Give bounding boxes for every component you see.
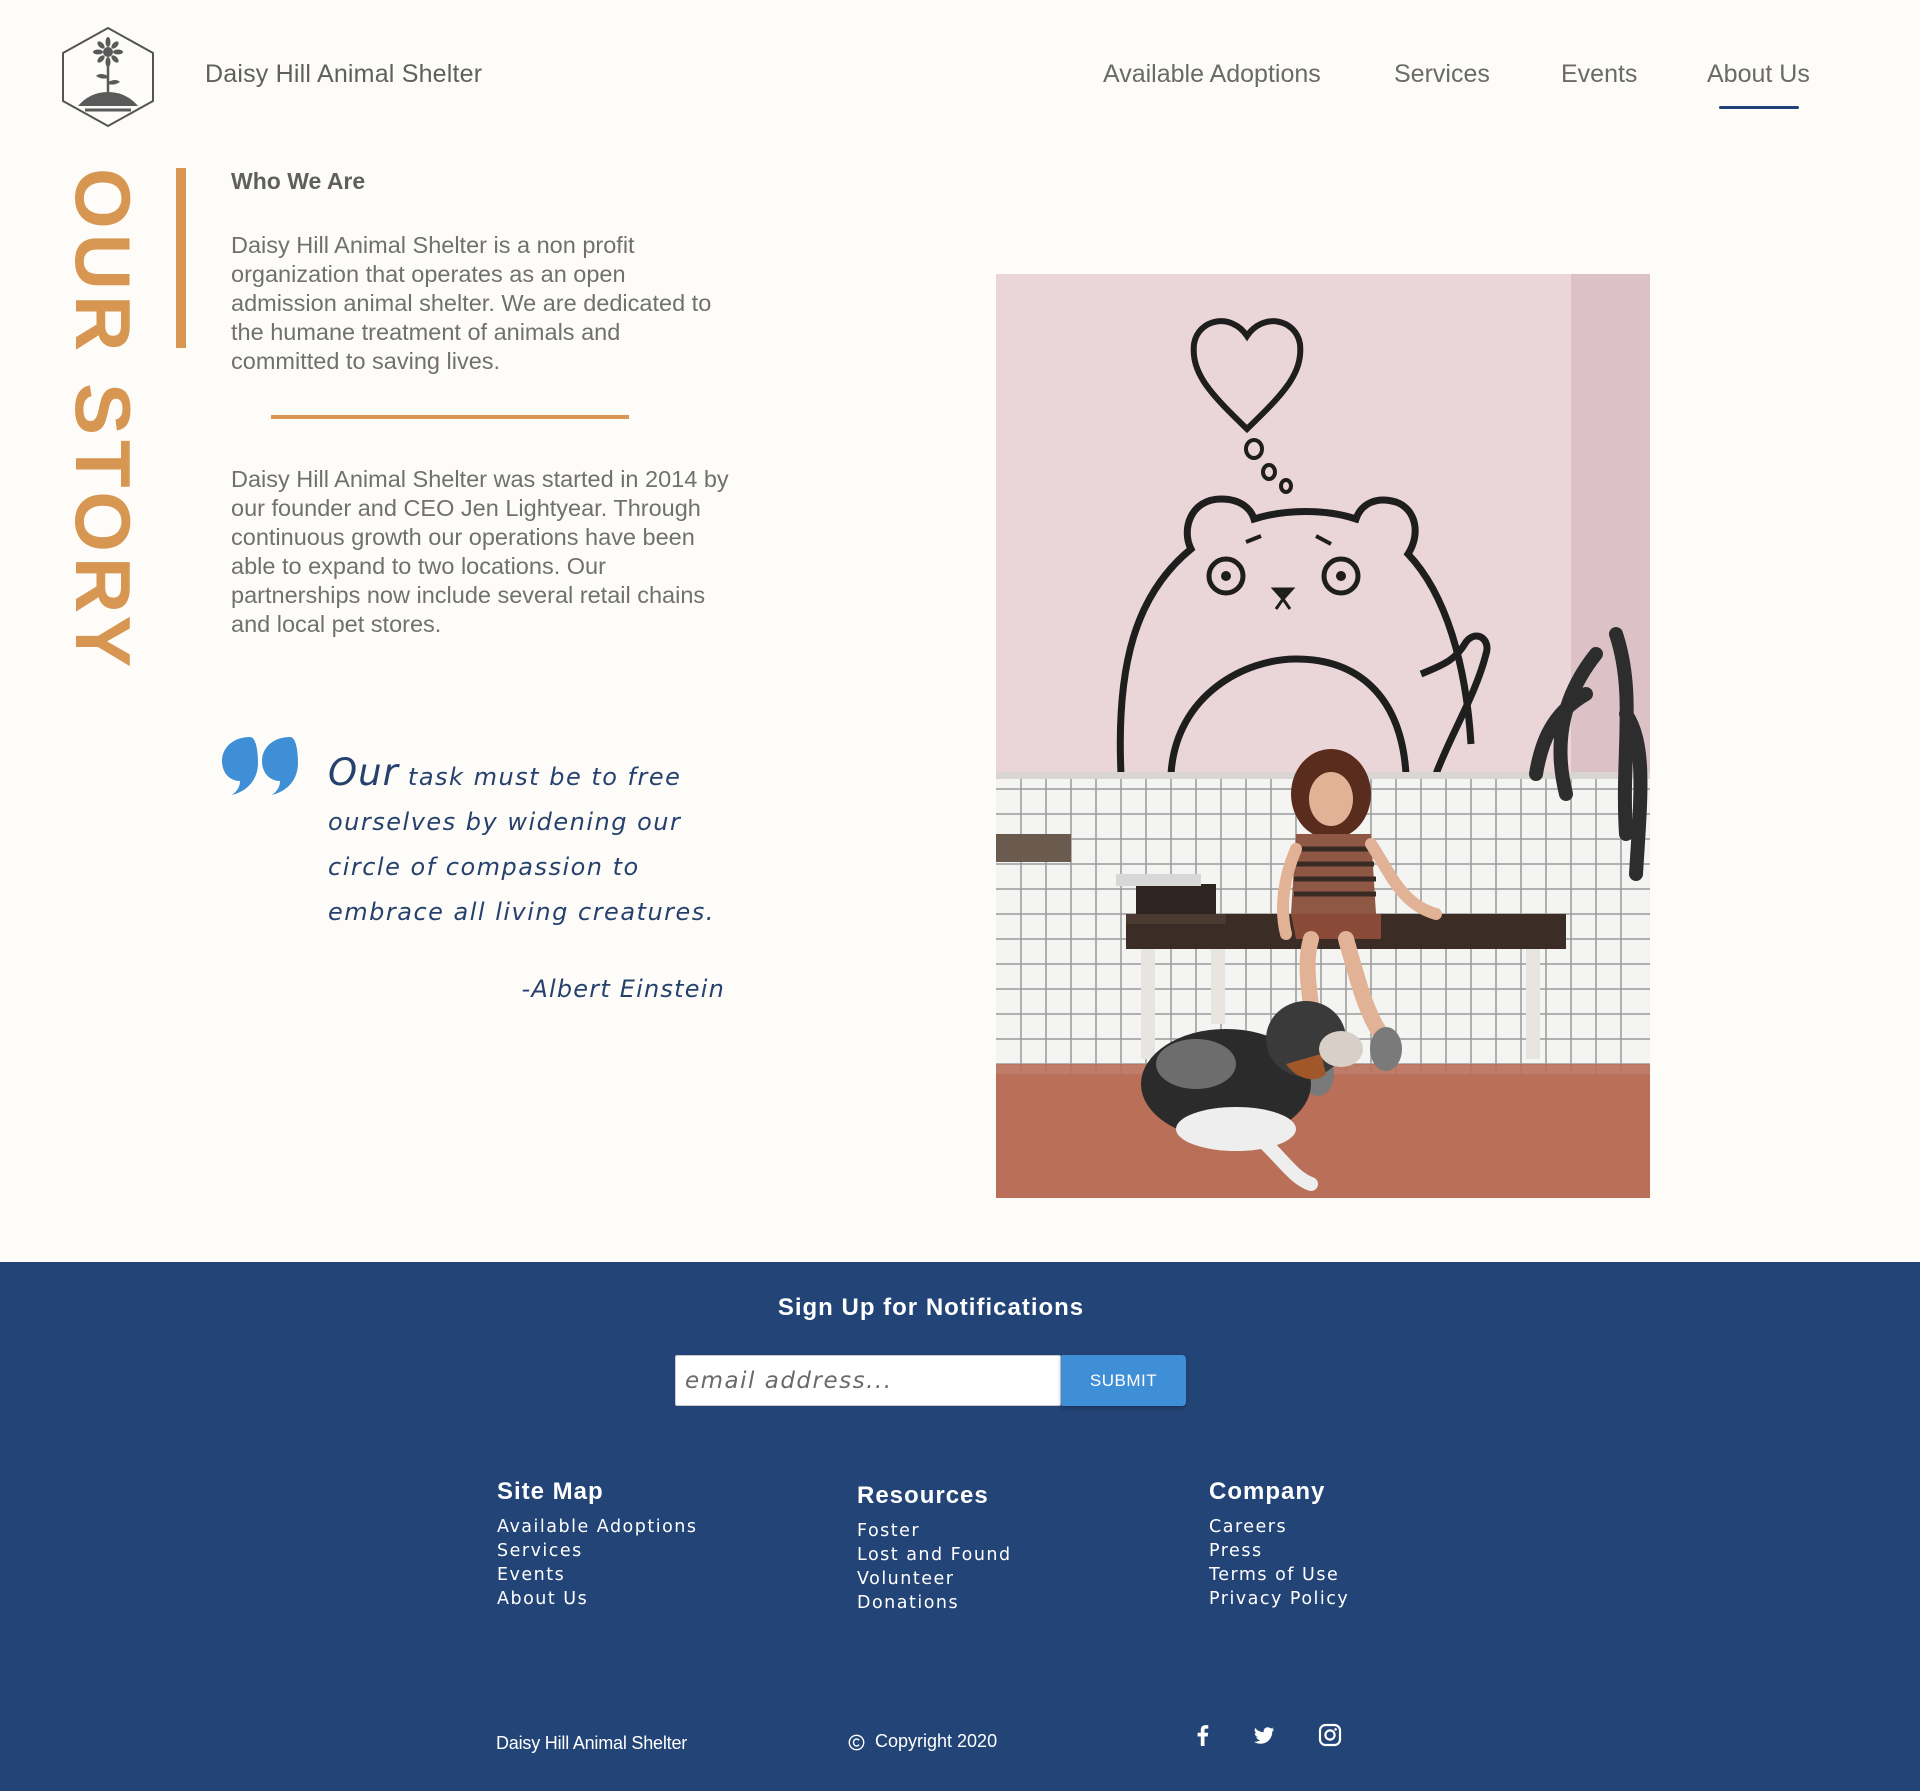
footer-link-available-adoptions[interactable]: Available Adoptions	[497, 1515, 698, 1539]
copyright-text: Copyright 2020	[875, 1731, 998, 1751]
signup-title: Sign Up for Notifications	[777, 1294, 1085, 1321]
facebook-icon[interactable]	[1190, 1722, 1216, 1748]
quote-mark-icon	[222, 737, 298, 795]
footer-link-donations[interactable]: Donations	[857, 1591, 1012, 1615]
footer-link-careers[interactable]: Careers	[1209, 1515, 1349, 1539]
footer-link-about-us[interactable]: About Us	[497, 1587, 698, 1611]
footer-column-title: Company	[1209, 1478, 1326, 1505]
site-footer: Sign Up for Notifications SUBMIT Site Ma…	[0, 1262, 1920, 1791]
footer-link-volunteer[interactable]: Volunteer	[857, 1567, 1012, 1591]
nav-about-us[interactable]: About Us	[1707, 60, 1810, 89]
instagram-icon[interactable]	[1317, 1722, 1343, 1748]
footer-link-lost-and-found[interactable]: Lost and Found	[857, 1543, 1012, 1567]
twitter-icon[interactable]	[1251, 1722, 1277, 1748]
footer-link-terms-of-use[interactable]: Terms of Use	[1209, 1563, 1349, 1587]
footer-column-company: Company Careers Press Terms of Use Priva…	[1209, 1478, 1349, 1611]
footer-column-resources: Resources Foster Lost and Found Voluntee…	[857, 1482, 1012, 1615]
email-input[interactable]	[675, 1355, 1061, 1406]
active-nav-indicator	[1719, 106, 1799, 109]
nav-available-adoptions[interactable]: Available Adoptions	[1103, 60, 1321, 89]
footer-link-events[interactable]: Events	[497, 1563, 698, 1587]
quote-author: -Albert Einstein	[521, 975, 725, 1003]
footer-column-site-map: Site Map Available Adoptions Services Ev…	[497, 1478, 698, 1611]
footer-link-privacy-policy[interactable]: Privacy Policy	[1209, 1587, 1349, 1611]
main-nav: Available Adoptions Services Events Abou…	[0, 60, 1920, 120]
copyright-notice: Copyright 2020	[848, 1731, 997, 1752]
footer-column-title: Site Map	[497, 1478, 604, 1505]
section-divider	[271, 415, 629, 419]
nav-events[interactable]: Events	[1561, 60, 1637, 89]
accent-bar	[176, 168, 186, 348]
nav-services[interactable]: Services	[1394, 60, 1490, 89]
section-title: Who We Are	[231, 168, 366, 194]
our-story-text: OUR STORY	[59, 168, 147, 673]
einstein-quote: Our task must be to free ourselves by wi…	[328, 750, 748, 935]
submit-button[interactable]: SUBMIT	[1061, 1355, 1186, 1406]
copyright-icon	[848, 1734, 865, 1751]
shelter-photo	[996, 274, 1650, 1198]
history-paragraph: Daisy Hill Animal Shelter was started in…	[231, 466, 729, 637]
footer-link-services[interactable]: Services	[497, 1539, 698, 1563]
footer-column-title: Resources	[857, 1482, 989, 1509]
footer-link-foster[interactable]: Foster	[857, 1519, 1012, 1543]
footer-brand-name: Daisy Hill Animal Shelter	[496, 1733, 688, 1753]
intro-paragraph: Daisy Hill Animal Shelter is a non profi…	[231, 232, 712, 374]
footer-link-press[interactable]: Press	[1209, 1539, 1349, 1563]
our-story-vertical-heading: OUR STORY	[59, 168, 147, 672]
quote-first-word: Our	[328, 751, 399, 794]
